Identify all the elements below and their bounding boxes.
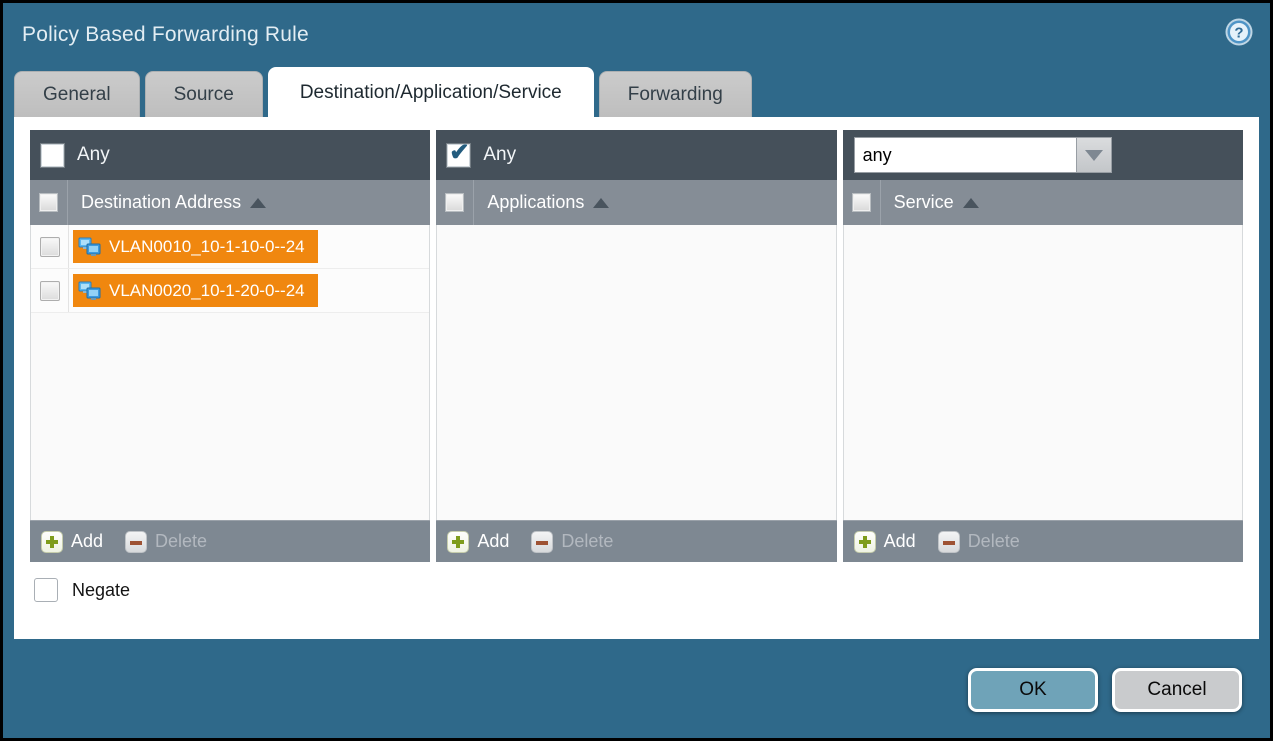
add-plus-icon [447, 531, 469, 553]
applications-column: Any Applications Add [436, 130, 836, 562]
delete-minus-icon [531, 531, 553, 553]
service-delete-button[interactable]: Delete [938, 531, 1020, 553]
negate-checkbox[interactable] [34, 578, 58, 602]
applications-column-subheader: Applications [436, 180, 836, 225]
negate-label: Negate [72, 580, 130, 601]
applications-delete-button[interactable]: Delete [531, 531, 613, 553]
chevron-down-icon [1085, 150, 1103, 161]
help-icon[interactable]: ? [1225, 18, 1253, 46]
applications-any-header: Any [436, 130, 836, 180]
applications-select-all-checkbox[interactable] [445, 193, 464, 212]
destination-row-2-item[interactable]: VLAN0020_10-1-20-0--24 [73, 274, 318, 307]
applications-any-label: Any [483, 144, 516, 166]
svg-text:?: ? [1234, 25, 1243, 42]
service-list [843, 225, 1243, 520]
tab-destination-application-service-label: Destination/Application/Service [300, 82, 562, 104]
add-button-label: Add [884, 531, 916, 552]
destination-address-list: VLAN0010_10-1-10-0--24 [30, 225, 430, 520]
sort-ascending-icon [963, 198, 979, 208]
destination-row-1-item[interactable]: VLAN0010_10-1-10-0--24 [73, 230, 318, 263]
sort-ascending-icon [250, 198, 266, 208]
applications-list [436, 225, 836, 520]
delete-minus-icon [125, 531, 147, 553]
negate-row: Negate [30, 578, 1243, 602]
title-bar: Policy Based Forwarding Rule ? [3, 3, 1270, 67]
destination-add-button[interactable]: Add [41, 531, 103, 553]
network-address-icon [78, 279, 102, 303]
table-row: VLAN0020_10-1-20-0--24 [31, 269, 429, 313]
service-select-all-checkbox[interactable] [852, 193, 871, 212]
destination-address-column: Any Destination Address [30, 130, 430, 562]
applications-add-button[interactable]: Add [447, 531, 509, 553]
tab-general[interactable]: General [14, 71, 140, 117]
destination-delete-button[interactable]: Delete [125, 531, 207, 553]
tab-content-panel: Any Destination Address [14, 117, 1259, 639]
delete-button-label: Delete [155, 531, 207, 552]
destination-column-subheader: Destination Address [30, 180, 430, 225]
dialog-actions: OK Cancel [968, 668, 1242, 712]
service-dropdown-header [843, 130, 1243, 180]
delete-button-label: Delete [561, 531, 613, 552]
service-add-button[interactable]: Add [854, 531, 916, 553]
service-type-dropdown [854, 137, 1112, 173]
destination-address-sort-header[interactable]: Destination Address [68, 180, 266, 225]
tab-destination-application-service[interactable]: Destination/Application/Service [268, 67, 594, 117]
applications-sort-header[interactable]: Applications [474, 180, 609, 225]
destination-footer-bar: Add Delete [30, 520, 430, 562]
policy-based-forwarding-rule-dialog: Policy Based Forwarding Rule ? General S… [3, 3, 1270, 738]
delete-minus-icon [938, 531, 960, 553]
applications-header-label: Applications [487, 192, 584, 213]
tab-forwarding-label: Forwarding [628, 84, 723, 106]
tab-general-label: General [43, 84, 111, 106]
tab-forwarding[interactable]: Forwarding [599, 71, 752, 117]
service-sort-header[interactable]: Service [881, 180, 979, 225]
dialog-title: Policy Based Forwarding Rule [22, 23, 309, 47]
tab-source[interactable]: Source [145, 71, 263, 117]
destination-any-label: Any [77, 144, 110, 166]
destination-address-header-label: Destination Address [81, 192, 241, 213]
service-type-dropdown-button[interactable] [1076, 137, 1112, 173]
service-type-dropdown-input[interactable] [854, 137, 1076, 173]
cancel-button[interactable]: Cancel [1112, 668, 1242, 712]
delete-button-label: Delete [968, 531, 1020, 552]
applications-any-checkbox[interactable] [447, 144, 470, 167]
service-column-subheader: Service [843, 180, 1243, 225]
service-header-label: Service [894, 192, 954, 213]
destination-select-all-checkbox[interactable] [39, 193, 58, 212]
add-button-label: Add [71, 531, 103, 552]
service-column: Service Add Delete [843, 130, 1243, 562]
destination-row-2-checkbox[interactable] [40, 281, 60, 301]
destination-row-2-label: VLAN0020_10-1-20-0--24 [109, 281, 305, 301]
applications-footer-bar: Add Delete [436, 520, 836, 562]
destination-row-1-checkbox[interactable] [40, 237, 60, 257]
sort-ascending-icon [593, 198, 609, 208]
destination-any-header: Any [30, 130, 430, 180]
service-footer-bar: Add Delete [843, 520, 1243, 562]
tab-source-label: Source [174, 84, 234, 106]
add-button-label: Add [477, 531, 509, 552]
add-plus-icon [41, 531, 63, 553]
tab-bar: General Source Destination/Application/S… [3, 67, 1270, 117]
network-address-icon [78, 235, 102, 259]
destination-any-checkbox[interactable] [41, 144, 64, 167]
add-plus-icon [854, 531, 876, 553]
ok-button[interactable]: OK [968, 668, 1098, 712]
table-row: VLAN0010_10-1-10-0--24 [31, 225, 429, 269]
destination-row-1-label: VLAN0010_10-1-10-0--24 [109, 237, 305, 257]
